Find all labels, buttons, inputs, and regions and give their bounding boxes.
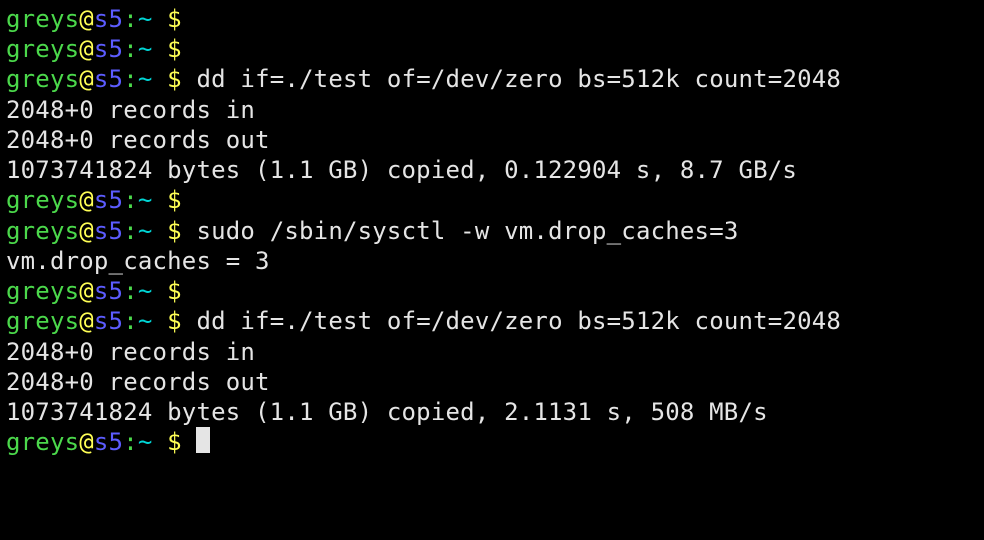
prompt-cwd: ~	[138, 217, 153, 245]
prompt-user: greys	[6, 65, 79, 93]
prompt-dollar: $	[153, 428, 197, 456]
prompt-cwd: ~	[138, 5, 153, 33]
prompt-at: @	[79, 186, 94, 214]
prompt-cwd: ~	[138, 186, 153, 214]
prompt-at: @	[79, 428, 94, 456]
terminal-output-line: 2048+0 records out	[6, 367, 978, 397]
cursor[interactable]	[196, 427, 210, 453]
prompt-at: @	[79, 277, 94, 305]
prompt-user: greys	[6, 217, 79, 245]
terminal-prompt-line: greys@s5:~ $	[6, 427, 978, 457]
terminal-prompt-line: greys@s5:~ $ dd if=./test of=/dev/zero b…	[6, 64, 978, 94]
terminal-prompt-line: greys@s5:~ $ sudo /sbin/sysctl -w vm.dro…	[6, 216, 978, 246]
prompt-at: @	[79, 5, 94, 33]
prompt-colon: :	[123, 186, 138, 214]
prompt-host: s5	[94, 35, 123, 63]
output-text: vm.drop_caches = 3	[6, 247, 270, 275]
prompt-host: s5	[94, 217, 123, 245]
prompt-cwd: ~	[138, 65, 153, 93]
prompt-colon: :	[123, 428, 138, 456]
prompt-dollar: $	[153, 65, 197, 93]
prompt-dollar: $	[153, 35, 197, 63]
output-text: 2048+0 records in	[6, 338, 255, 366]
prompt-host: s5	[94, 65, 123, 93]
prompt-at: @	[79, 35, 94, 63]
terminal-prompt-line: greys@s5:~ $ dd if=./test of=/dev/zero b…	[6, 306, 978, 336]
prompt-at: @	[79, 65, 94, 93]
command-text: dd if=./test of=/dev/zero bs=512k count=…	[196, 307, 841, 335]
prompt-host: s5	[94, 428, 123, 456]
prompt-colon: :	[123, 65, 138, 93]
terminal-output-line: 1073741824 bytes (1.1 GB) copied, 0.1229…	[6, 155, 978, 185]
prompt-colon: :	[123, 217, 138, 245]
prompt-user: greys	[6, 35, 79, 63]
prompt-dollar: $	[153, 186, 197, 214]
prompt-user: greys	[6, 428, 79, 456]
terminal-prompt-line: greys@s5:~ $	[6, 185, 978, 215]
prompt-colon: :	[123, 277, 138, 305]
prompt-user: greys	[6, 5, 79, 33]
prompt-user: greys	[6, 277, 79, 305]
terminal-prompt-line: greys@s5:~ $	[6, 34, 978, 64]
output-text: 2048+0 records out	[6, 368, 270, 396]
output-text: 1073741824 bytes (1.1 GB) copied, 2.1131…	[6, 398, 768, 426]
prompt-host: s5	[94, 186, 123, 214]
prompt-host: s5	[94, 5, 123, 33]
command-text: sudo /sbin/sysctl -w vm.drop_caches=3	[196, 217, 738, 245]
terminal-prompt-line: greys@s5:~ $	[6, 276, 978, 306]
prompt-colon: :	[123, 35, 138, 63]
prompt-user: greys	[6, 186, 79, 214]
output-text: 1073741824 bytes (1.1 GB) copied, 0.1229…	[6, 156, 797, 184]
prompt-dollar: $	[153, 307, 197, 335]
terminal-prompt-line: greys@s5:~ $	[6, 4, 978, 34]
prompt-dollar: $	[153, 277, 197, 305]
prompt-host: s5	[94, 277, 123, 305]
terminal-output-line: vm.drop_caches = 3	[6, 246, 978, 276]
prompt-colon: :	[123, 307, 138, 335]
prompt-at: @	[79, 217, 94, 245]
prompt-cwd: ~	[138, 35, 153, 63]
terminal-output-line: 1073741824 bytes (1.1 GB) copied, 2.1131…	[6, 397, 978, 427]
terminal-output-line: 2048+0 records in	[6, 337, 978, 367]
output-text: 2048+0 records in	[6, 96, 255, 124]
command-text: dd if=./test of=/dev/zero bs=512k count=…	[196, 65, 841, 93]
terminal-window[interactable]: greys@s5:~ $ greys@s5:~ $ greys@s5:~ $ d…	[0, 0, 984, 462]
output-text: 2048+0 records out	[6, 126, 270, 154]
prompt-dollar: $	[153, 5, 197, 33]
prompt-cwd: ~	[138, 307, 153, 335]
prompt-user: greys	[6, 307, 79, 335]
prompt-dollar: $	[153, 217, 197, 245]
prompt-cwd: ~	[138, 428, 153, 456]
terminal-output-line: 2048+0 records in	[6, 95, 978, 125]
prompt-cwd: ~	[138, 277, 153, 305]
terminal-output-line: 2048+0 records out	[6, 125, 978, 155]
prompt-host: s5	[94, 307, 123, 335]
prompt-colon: :	[123, 5, 138, 33]
prompt-at: @	[79, 307, 94, 335]
